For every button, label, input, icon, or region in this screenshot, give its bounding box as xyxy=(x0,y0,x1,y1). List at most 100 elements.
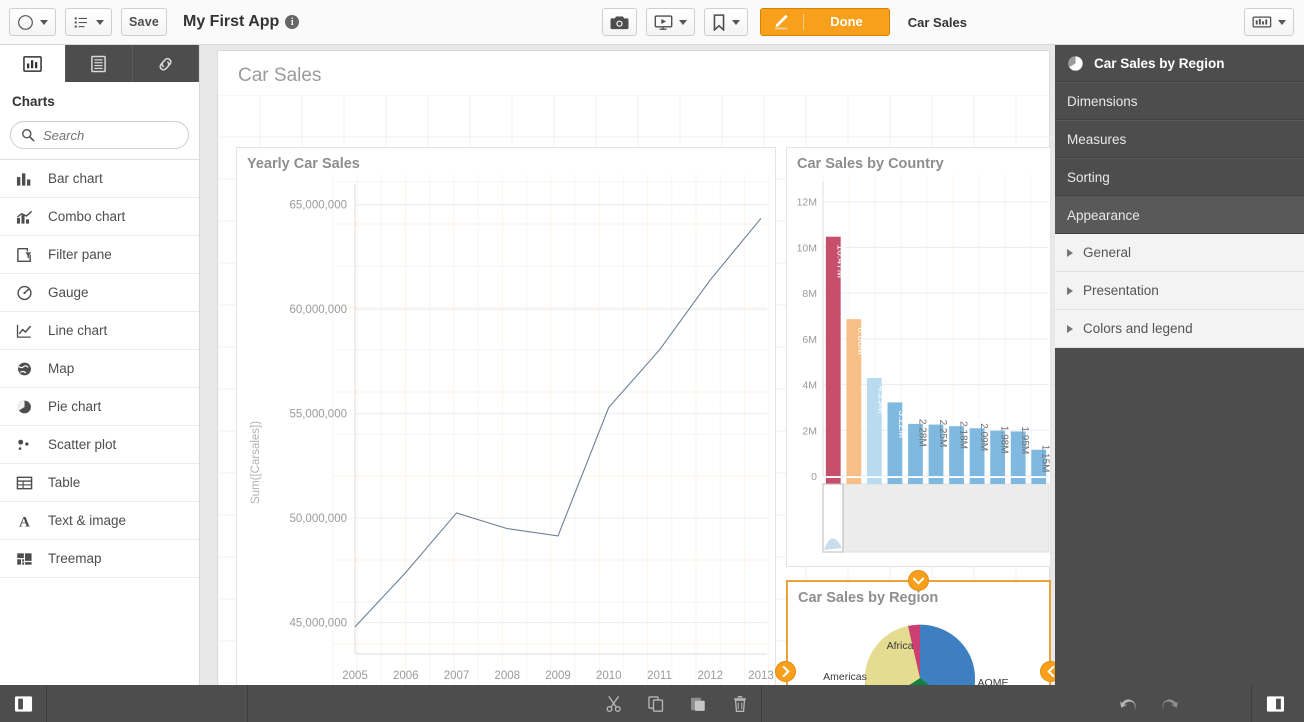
storytelling-icon xyxy=(654,14,673,31)
bookmark-button[interactable] xyxy=(704,8,749,36)
resize-handle-right[interactable] xyxy=(1040,661,1055,682)
app-title: My First App i xyxy=(183,13,300,31)
undo-button[interactable] xyxy=(1107,685,1149,722)
save-button[interactable]: Save xyxy=(121,8,167,36)
svg-text:3.22M: 3.22M xyxy=(896,410,907,438)
svg-text:2.18M: 2.18M xyxy=(958,421,969,449)
properties-section-dimensions[interactable]: Dimensions xyxy=(1055,82,1304,120)
chart-type-label: Filter pane xyxy=(48,247,112,262)
svg-text:10.47M: 10.47M xyxy=(834,245,845,278)
paste-button[interactable] xyxy=(677,685,719,722)
chart-type-item-table[interactable]: Table xyxy=(0,464,199,502)
pie-slice-label: Africa xyxy=(887,640,914,652)
properties-subsection-label: Colors and legend xyxy=(1083,321,1193,336)
properties-panel-header: Car Sales by Region xyxy=(1055,45,1304,82)
chart-type-item-scatter-plot[interactable]: Scatter plot xyxy=(0,426,199,464)
svg-text:2M: 2M xyxy=(802,425,817,437)
svg-text:2011: 2011 xyxy=(647,670,672,682)
svg-text:50,000,000: 50,000,000 xyxy=(289,513,347,525)
redo-button[interactable] xyxy=(1149,685,1191,722)
chart-object-car-sales-by-country[interactable]: Car Sales by Country 0 2M 4M 6M 8M 10M 12M 10.4… xyxy=(786,147,1051,567)
svg-text:1.98M: 1.98M xyxy=(999,426,1010,454)
svg-text:6.86M: 6.86M xyxy=(855,327,866,355)
search-field-wrapper[interactable] xyxy=(10,121,221,149)
properties-subsection-presentation[interactable]: Presentation xyxy=(1055,272,1304,310)
chart-type-item-filter-pane[interactable]: Filter pane xyxy=(0,236,199,274)
svg-text:2013: 2013 xyxy=(748,670,774,682)
snapshot-button[interactable] xyxy=(602,8,638,36)
chart-type-item-treemap[interactable]: Treemap xyxy=(0,540,199,578)
chart-type-label: Pie chart xyxy=(48,399,102,414)
chart-type-item-bar-chart[interactable]: Bar chart xyxy=(0,160,199,198)
chart-title-car-sales-by-country: Car Sales by Country xyxy=(797,156,944,172)
chart-type-label: Text & image xyxy=(48,513,127,528)
compass-icon xyxy=(17,14,34,31)
resize-handle-left[interactable] xyxy=(775,661,796,682)
right-panel-toggle-button[interactable] xyxy=(1252,685,1298,722)
table-icon xyxy=(14,475,34,491)
svg-text:4M: 4M xyxy=(802,380,817,392)
svg-text:12M: 12M xyxy=(797,197,817,209)
chart-type-label: Combo chart xyxy=(48,209,126,224)
properties-section-measures[interactable]: Measures xyxy=(1055,120,1304,158)
tab-charts[interactable] xyxy=(0,45,67,82)
chart-object-yearly-car-sales[interactable]: Yearly Car Sales 45,000,000 50,000,000 55,… xyxy=(236,147,776,685)
selections-icon xyxy=(1252,14,1272,30)
search-input[interactable] xyxy=(43,127,221,143)
cut-button[interactable] xyxy=(593,685,635,722)
chart-type-item-text-image[interactable]: A Text & image xyxy=(0,502,199,540)
properties-section-sorting[interactable]: Sorting xyxy=(1055,158,1304,196)
bottom-toolbar xyxy=(0,685,1304,722)
paste-icon xyxy=(689,695,707,713)
svg-text:2.09M: 2.09M xyxy=(978,423,989,451)
map-icon xyxy=(14,361,34,377)
pie-slice-label: Americas xyxy=(823,671,867,683)
properties-subsection-general[interactable]: General xyxy=(1055,234,1304,272)
tab-fields[interactable] xyxy=(66,45,133,82)
chart-type-item-map[interactable]: Map xyxy=(0,350,199,388)
top-toolbar: Save My First App i Done Car Sales xyxy=(0,0,1304,45)
done-editing-button[interactable]: Done xyxy=(760,8,890,36)
properties-section-appearance[interactable]: Appearance xyxy=(1055,196,1304,234)
left-panel-toggle-icon xyxy=(14,695,33,713)
fields-icon xyxy=(90,55,107,73)
scatter-plot-icon xyxy=(14,437,34,453)
chart-type-item-combo-chart[interactable]: Combo chart xyxy=(0,198,199,236)
properties-subsection-label: Presentation xyxy=(1083,283,1159,298)
svg-text:45,000,000: 45,000,000 xyxy=(289,618,347,630)
svg-text:A: A xyxy=(19,514,30,528)
selections-button[interactable] xyxy=(1244,8,1294,36)
copy-button[interactable] xyxy=(635,685,677,722)
chart-type-item-pie-chart[interactable]: Pie chart xyxy=(0,388,199,426)
app-title-text: My First App xyxy=(183,13,280,30)
properties-panel-title: Car Sales by Region xyxy=(1094,55,1225,71)
storytelling-button[interactable] xyxy=(646,8,696,36)
sheets-menu-button[interactable] xyxy=(65,8,112,36)
edit-tools-group xyxy=(593,685,761,722)
chart-type-label: Bar chart xyxy=(48,171,103,186)
chart-type-item-gauge[interactable]: Gauge xyxy=(0,274,199,312)
properties-subsection-colors-and-legend[interactable]: Colors and legend xyxy=(1055,310,1304,348)
done-button-label: Done xyxy=(830,14,863,29)
svg-text:1.95M: 1.95M xyxy=(1019,426,1030,454)
tab-master-items[interactable] xyxy=(133,45,199,82)
pie-slice-label: AOME xyxy=(978,677,1009,685)
info-icon[interactable]: i xyxy=(285,15,300,29)
asset-panel-tabs xyxy=(0,45,199,82)
resize-handle-top[interactable] xyxy=(908,570,929,591)
scissors-icon xyxy=(605,695,623,713)
pencil-icon xyxy=(761,14,805,30)
navigation-menu-button[interactable] xyxy=(9,8,56,36)
chart-type-label: Map xyxy=(48,361,75,376)
line-chart-canvas: 45,000,000 50,000,000 55,000,000 60,000,000… xyxy=(250,174,774,685)
chevron-right-icon xyxy=(1067,248,1073,257)
camera-icon xyxy=(610,14,629,31)
copy-icon xyxy=(647,695,665,713)
left-panel-toggle-button[interactable] xyxy=(0,685,46,722)
chart-type-item-line-chart[interactable]: Line chart xyxy=(0,312,199,350)
delete-button[interactable] xyxy=(719,685,761,722)
chart-object-car-sales-by-region[interactable]: Car Sales by Region Africa Americas AOME xyxy=(786,580,1051,685)
chevron-right-icon xyxy=(1067,324,1073,333)
properties-panel: Car Sales by Region Dimensions Measures So… xyxy=(1055,45,1304,685)
svg-text:0: 0 xyxy=(811,471,817,483)
